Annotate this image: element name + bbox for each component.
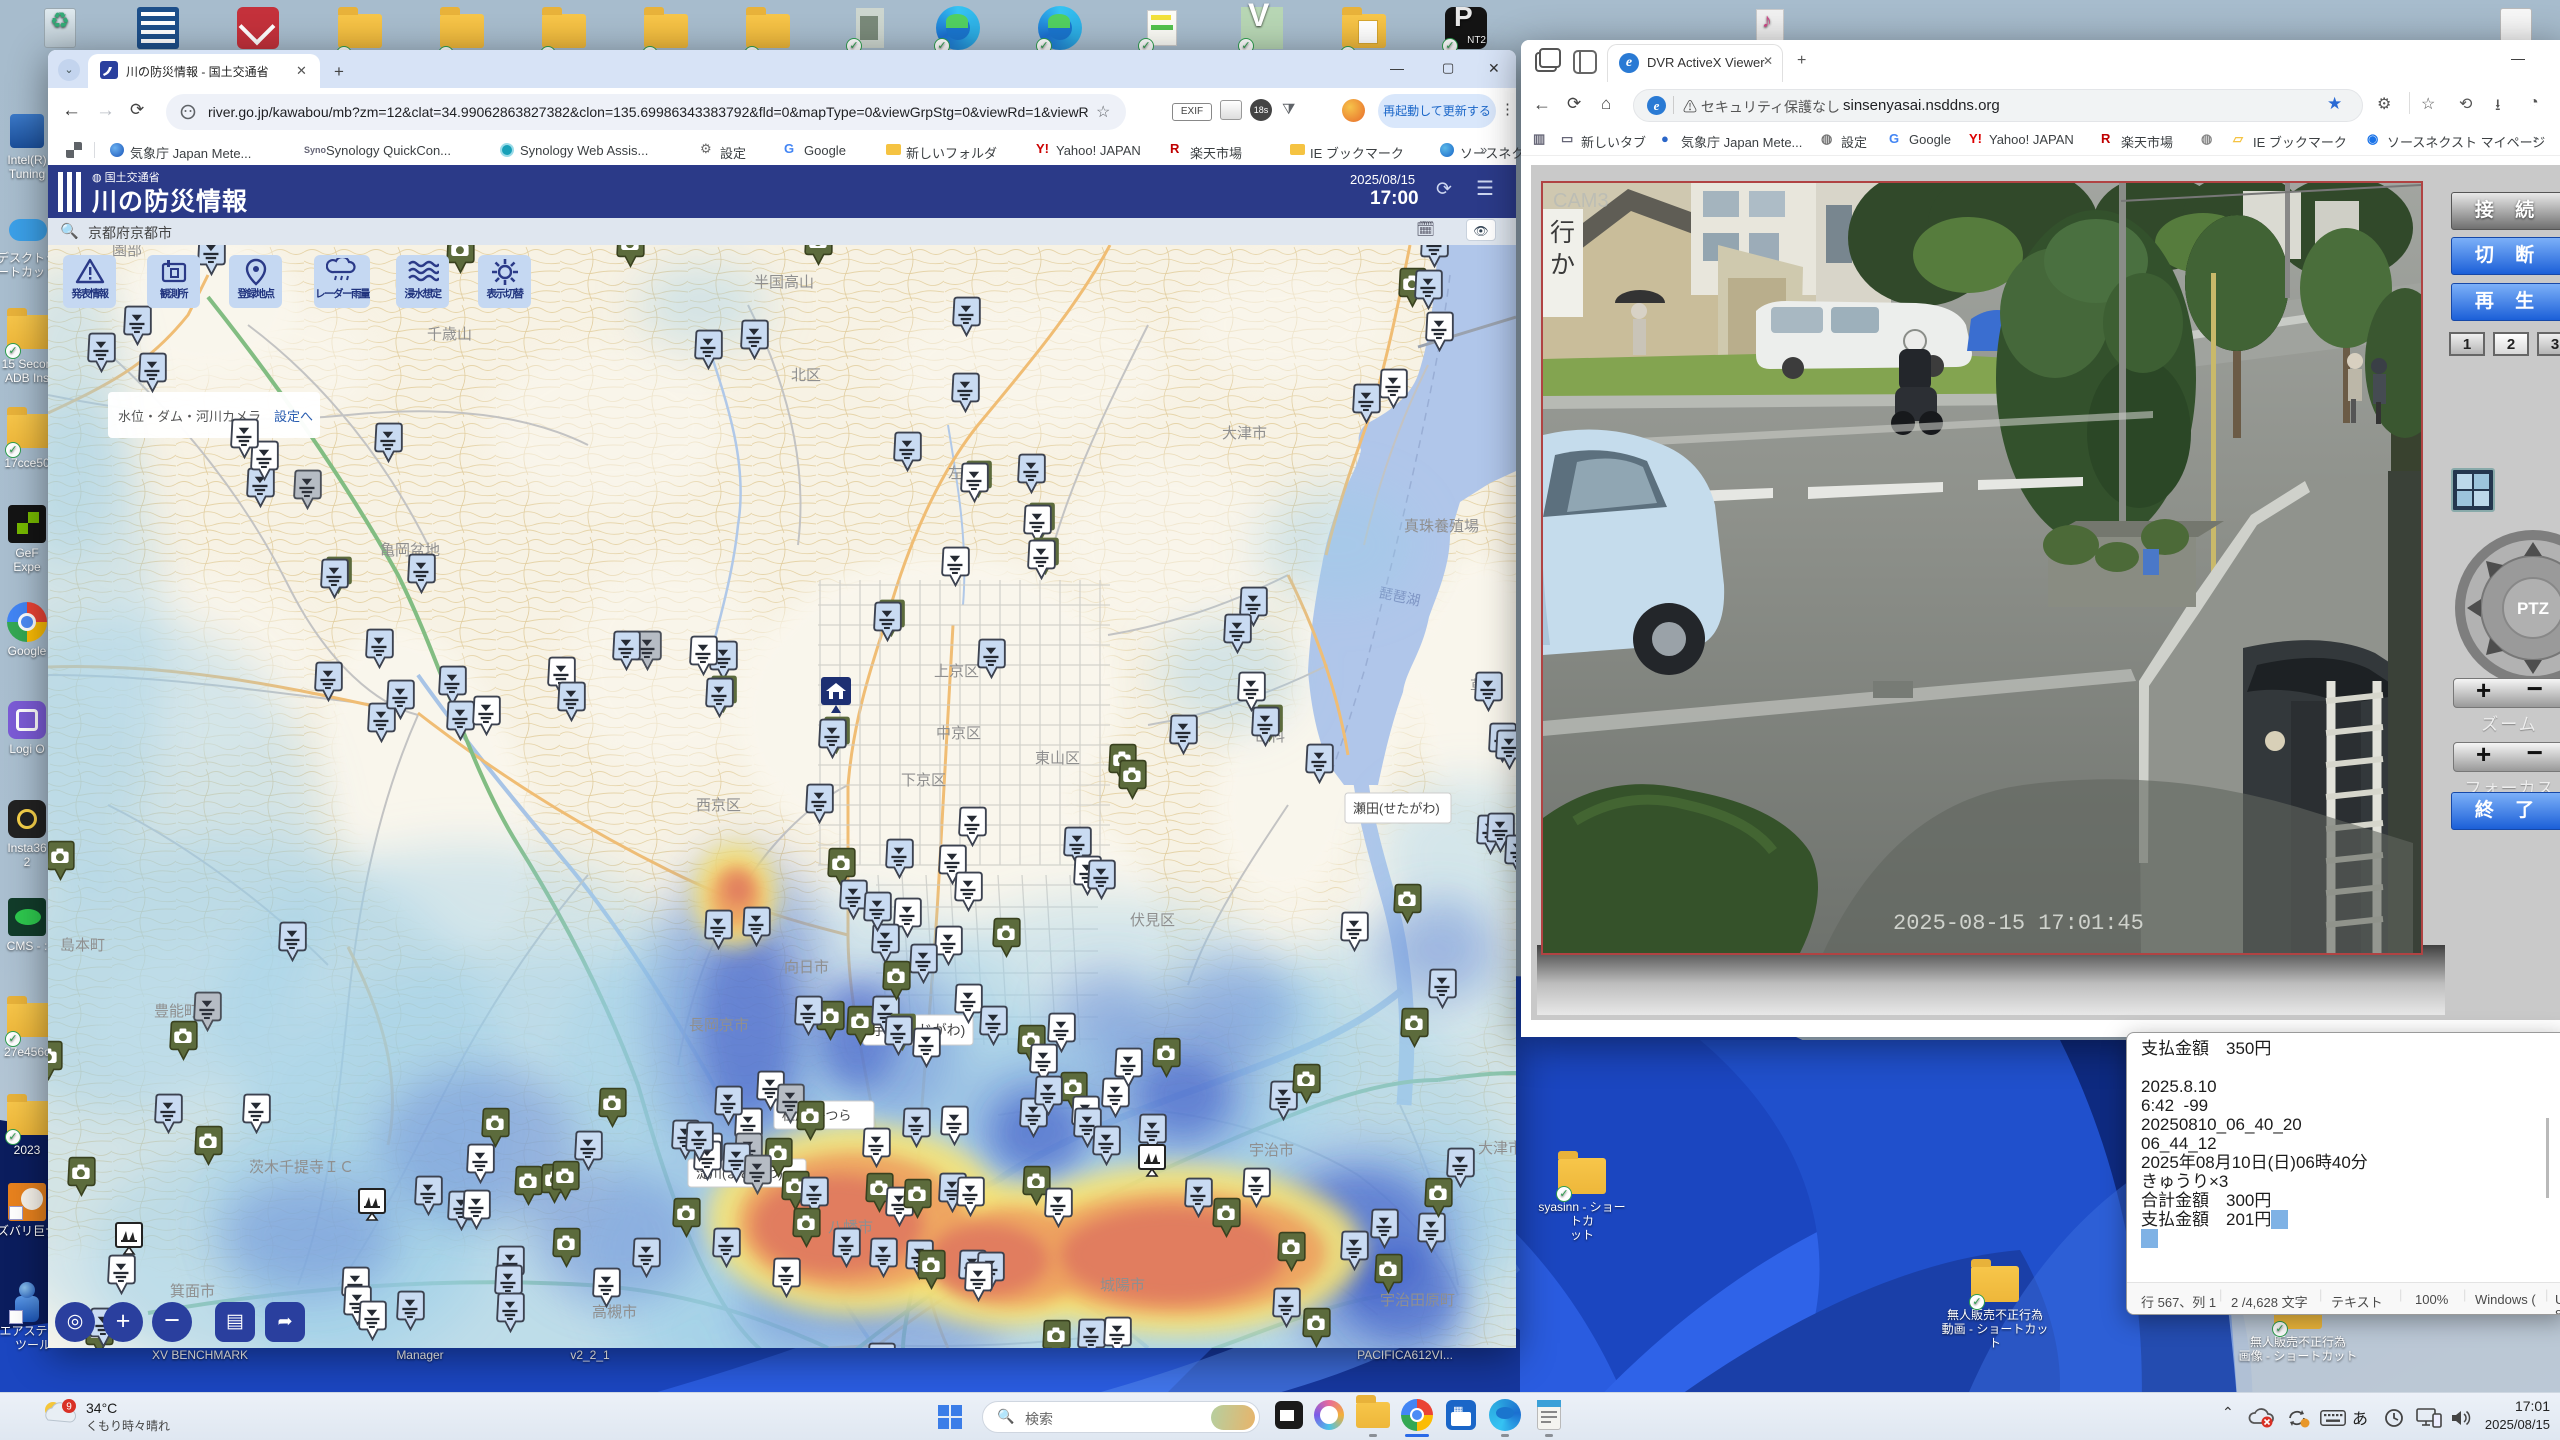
svg-text:上京区: 上京区	[934, 663, 979, 680]
svg-text:2025-08-15 17:01:45: 2025-08-15 17:01:45	[1893, 911, 2144, 936]
svg-text:か: か	[1550, 251, 1575, 279]
svg-text:城陽市: 城陽市	[1100, 1277, 1145, 1294]
svg-text:設定へ: 設定へ	[274, 409, 313, 424]
svg-text:大津市: 大津市	[1222, 425, 1267, 442]
svg-text:園部: 園部	[112, 245, 142, 259]
svg-text:宇治田原町: 宇治田原町	[1380, 1292, 1455, 1309]
svg-text:西京区: 西京区	[696, 797, 741, 814]
svg-text:瀬田(せたがわ): 瀬田(せたがわ)	[1353, 801, 1440, 816]
svg-text:下京区: 下京区	[901, 772, 946, 789]
svg-text:半国高山: 半国高山	[754, 274, 814, 291]
svg-text:PTZ: PTZ	[2517, 599, 2549, 618]
svg-text:高槻市: 高槻市	[592, 1304, 637, 1321]
svg-text:長岡京市: 長岡京市	[689, 1017, 749, 1034]
svg-text:豊能町: 豊能町	[154, 1003, 199, 1020]
svg-text:北区: 北区	[791, 367, 821, 384]
svg-text:9: 9	[66, 1402, 72, 1413]
svg-text:宇治市: 宇治市	[1249, 1142, 1294, 1159]
svg-text:島本町: 島本町	[60, 937, 105, 954]
svg-text:向日市: 向日市	[784, 959, 829, 976]
svg-text:千歳山: 千歳山	[427, 326, 472, 343]
svg-text:伏見区: 伏見区	[1130, 912, 1175, 929]
svg-text:東山区: 東山区	[1035, 750, 1080, 767]
svg-text:茨木千提寺ＩＣ: 茨木千提寺ＩＣ	[249, 1159, 354, 1176]
svg-text:大津市: 大津市	[1478, 1140, 1516, 1157]
svg-text:CAM3: CAM3	[1553, 190, 1609, 212]
svg-text:中京区: 中京区	[936, 725, 981, 742]
svg-text:行: 行	[1550, 219, 1575, 247]
svg-text:箕面市: 箕面市	[170, 1283, 215, 1300]
svg-text:真珠養殖場: 真珠養殖場	[1404, 517, 1479, 535]
